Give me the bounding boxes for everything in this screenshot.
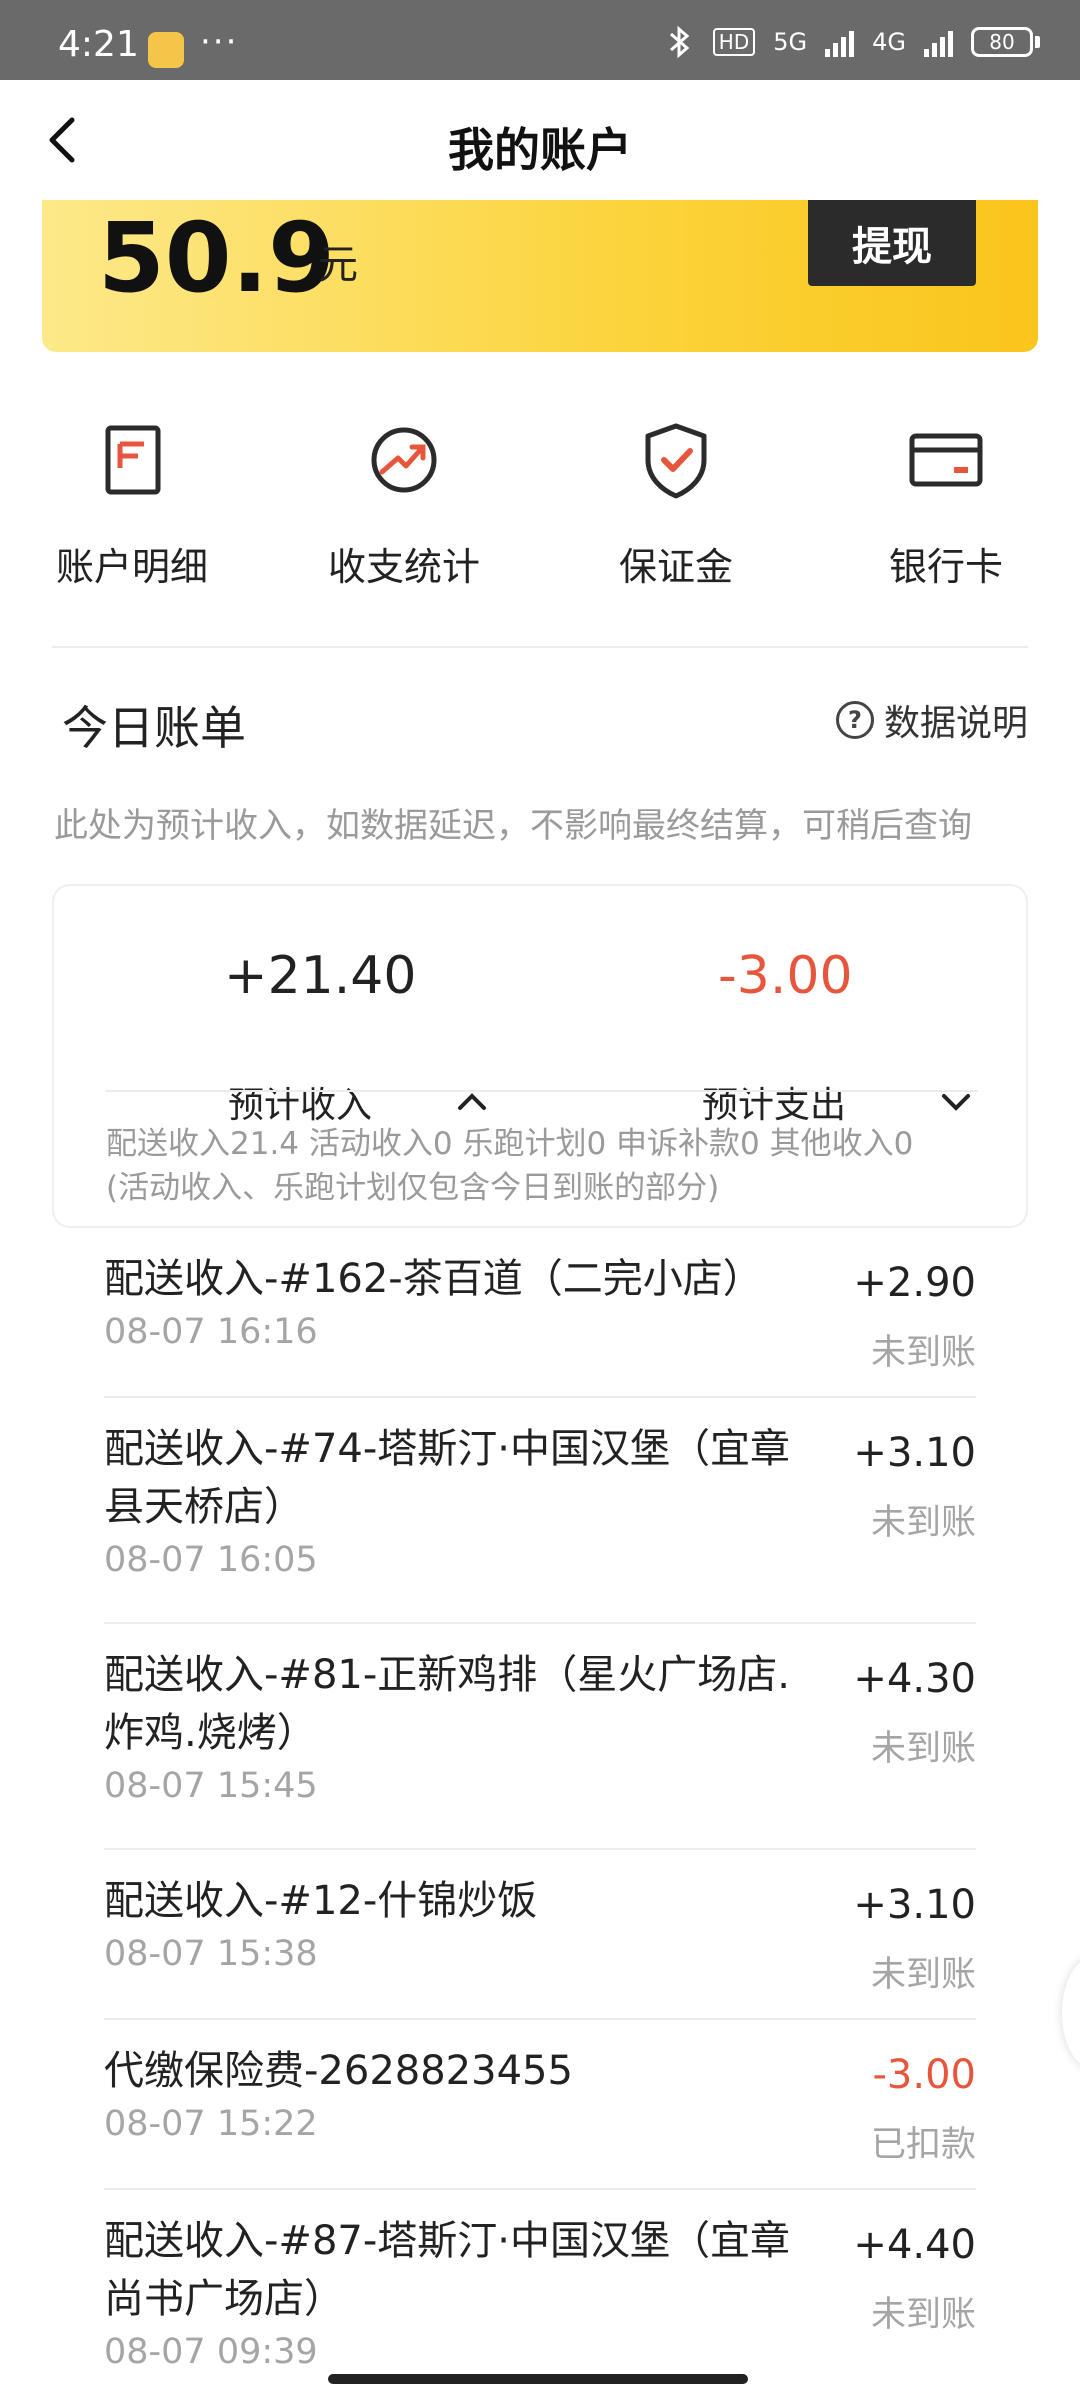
status-bar: 4:21 ··· HD 5G 4G 80: [0, 0, 1080, 80]
expense-value: -3.00: [718, 946, 853, 1006]
floating-assist-button[interactable]: [1062, 1958, 1080, 2068]
section-divider: [52, 646, 1028, 648]
transaction-amount: +2.90: [853, 1260, 976, 1306]
signal-icon-2: [924, 27, 953, 57]
transaction-status: 未到账: [870, 1729, 976, 1769]
balance-card: 50.9 元 提现: [42, 200, 1038, 352]
net-4g-label: 4G: [872, 28, 906, 56]
balance-unit: 元: [318, 242, 358, 288]
transaction-amount: +3.10: [853, 1882, 976, 1928]
action-income-stats[interactable]: 收支统计: [284, 420, 524, 591]
transaction-time: 08-07 15:45: [104, 1766, 318, 1806]
transaction-time: 08-07 09:39: [104, 2332, 318, 2370]
transaction-row[interactable]: 配送收入-#74-塔斯汀·中国汉堡（宜章县天桥店） 08-07 16:05 +3…: [104, 1398, 976, 1624]
today-bill-title: 今日账单: [62, 701, 246, 755]
battery-level: 80: [971, 27, 1033, 57]
net-5g-label: 5G: [773, 28, 808, 56]
transaction-status: 未到账: [870, 2295, 976, 2335]
quick-actions: 账户明细 收支统计 保证金 银行卡: [0, 420, 1080, 589]
battery-icon: 80: [971, 27, 1040, 57]
question-circle-icon: ?: [835, 701, 874, 739]
transaction-list: 配送收入-#162-茶百道（二完小店） 08-07 16:16 +2.90 未到…: [104, 1228, 976, 2370]
transaction-amount: +3.10: [853, 1430, 976, 1476]
transaction-row[interactable]: 配送收入-#162-茶百道（二完小店） 08-07 16:16 +2.90 未到…: [104, 1228, 976, 1398]
transaction-row[interactable]: 代缴保险费-2628823455 08-07 15:22 -3.00 已扣款: [104, 2020, 976, 2190]
transaction-row[interactable]: 配送收入-#12-什锦炒饭 08-07 15:38 +3.10 未到账: [104, 1850, 976, 2020]
income-value: +21.40: [224, 946, 417, 1006]
transaction-name: 配送收入-#81-正新鸡排（星火广场店.炸鸡.烧烤）: [104, 1652, 790, 1756]
action-label: 收支统计: [327, 545, 480, 589]
transaction-time: 08-07 15:22: [104, 2104, 318, 2144]
chevron-down-icon[interactable]: [936, 1082, 976, 1122]
summary-card: +21.40 预计收入 -3.00 预计支出 配送收入21.4 活动收入0 乐跑…: [52, 884, 1028, 1228]
transaction-row[interactable]: 配送收入-#81-正新鸡排（星火广场店.炸鸡.烧烤） 08-07 15:45 +…: [104, 1624, 976, 1850]
signal-icon-1: [825, 27, 855, 57]
chevron-up-icon[interactable]: [452, 1082, 492, 1122]
document-icon: [105, 425, 161, 495]
transaction-amount: +4.30: [853, 1656, 976, 1702]
home-indicator[interactable]: [328, 2374, 748, 2384]
transaction-name: 配送收入-#87-塔斯汀·中国汉堡（宜章尚书广场店）: [104, 2218, 790, 2322]
transaction-name: 配送收入-#12-什锦炒饭: [104, 1878, 538, 1924]
transaction-time: 08-07 16:05: [104, 1540, 318, 1580]
balance-amount: 50.9: [98, 202, 335, 314]
action-label: 账户明细: [55, 545, 208, 589]
income-label: 预计收入: [228, 1085, 373, 1126]
transaction-status: 未到账: [870, 1955, 976, 1995]
income-breakdown-line: 配送收入21.4 活动收入0 乐跑计划0 申诉补款0 其他收入0: [106, 1126, 914, 1162]
action-label: 银行卡: [888, 545, 1003, 589]
bluetooth-icon: [669, 25, 690, 59]
transaction-name: 配送收入-#162-茶百道（二完小店）: [104, 1256, 763, 1302]
transaction-row[interactable]: 配送收入-#87-塔斯汀·中国汉堡（宜章尚书广场店） 08-07 09:39 +…: [104, 2190, 976, 2370]
transaction-name: 代缴保险费-2628823455: [104, 2048, 573, 2094]
trend-chart-icon: [371, 427, 437, 493]
transaction-status: 未到账: [870, 1333, 976, 1373]
status-time: 4:21: [58, 24, 139, 65]
action-deposit[interactable]: 保证金: [556, 420, 796, 591]
transaction-amount: +4.40: [853, 2222, 976, 2268]
transaction-time: 08-07 16:16: [104, 1312, 318, 1352]
income-breakdown-note: (活动收入、乐跑计划仅包含今日到账的部分): [106, 1170, 720, 1206]
app-notification-icon: [148, 32, 184, 68]
estimate-notice: 此处为预计收入，如数据延迟，不影响最终结算，可稍后查询: [54, 806, 972, 846]
summary-divider: [106, 1090, 978, 1092]
shield-check-icon: [645, 423, 707, 499]
hd-voice-icon: HD: [712, 28, 756, 56]
page-title: 我的账户: [448, 123, 632, 177]
transaction-status: 未到账: [870, 1503, 976, 1543]
action-label: 保证金: [618, 545, 733, 589]
action-account-details[interactable]: 账户明细: [12, 420, 252, 591]
transaction-name: 配送收入-#74-塔斯汀·中国汉堡（宜章县天桥店）: [104, 1426, 790, 1530]
data-explain-label: 数据说明: [883, 703, 1028, 744]
action-bank-card[interactable]: 银行卡: [826, 420, 1066, 591]
withdraw-button[interactable]: 提现: [808, 200, 976, 286]
income-breakdown: 配送收入21.4 活动收入0 乐跑计划0 申诉补款0 其他收入0 (活动收入、乐…: [106, 1122, 913, 1210]
data-explain-link[interactable]: ? 数据说明: [835, 694, 1028, 746]
expense-label: 预计支出: [702, 1085, 847, 1126]
top-nav-bar: 我的账户: [0, 80, 1080, 200]
transaction-amount: -3.00: [872, 2052, 977, 2098]
transaction-status: 已扣款: [870, 2125, 976, 2165]
transaction-time: 08-07 15:38: [104, 1934, 318, 1974]
bank-card-icon: [909, 433, 983, 487]
more-notifications-icon: ···: [200, 22, 239, 62]
